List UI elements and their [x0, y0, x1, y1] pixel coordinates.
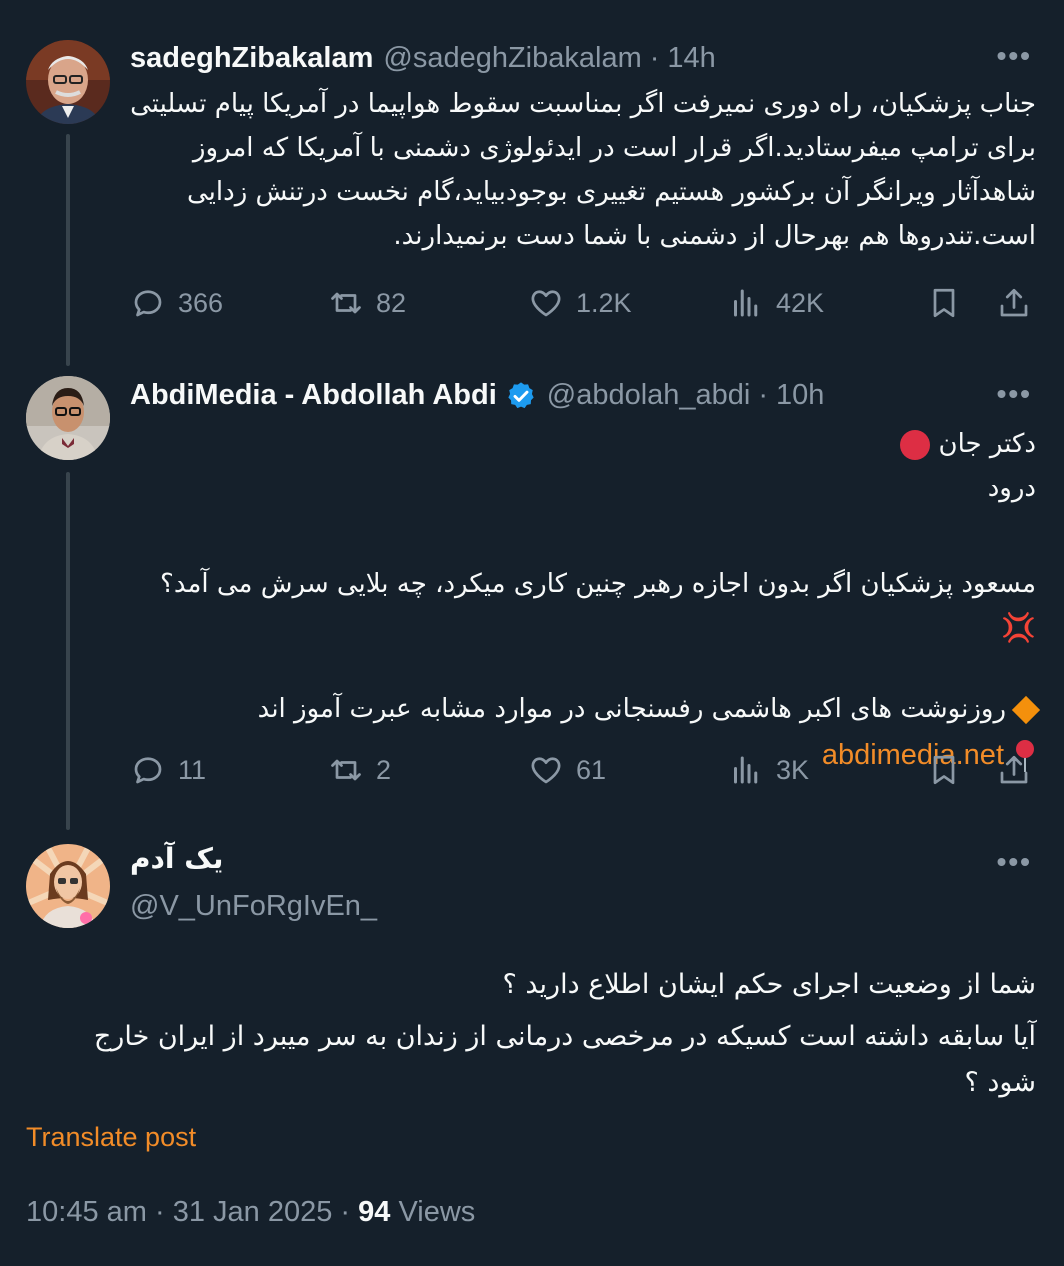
tweet-text-line: شاهدآثار ویرانگر آن برکشور هستیم تغییری …	[186, 177, 1036, 207]
tweet-text-line: برای ترامپ میفرستادید.اگر قرار است در ای…	[192, 133, 1036, 163]
reply-icon	[134, 290, 162, 317]
tweet-actions: 11 2 61 3K	[130, 752, 1034, 792]
tweet-text: دکتر جان درود مسعود پزشکیان اگر بدون اجا…	[130, 422, 1041, 777]
tweet-text-line: است.تندروها هم بهرحال از دشمنی با شما دس…	[393, 221, 1036, 251]
reply-button[interactable]: 11	[130, 752, 206, 788]
orange-diamond-icon	[1011, 695, 1041, 724]
avatar[interactable]	[26, 844, 110, 928]
tweet-text-line: روزنوشت های اکبر هاشمی رفسنجانی در موارد…	[130, 687, 1041, 731]
tweet-text-line: درود	[987, 473, 1036, 503]
more-options-icon[interactable]: •••	[997, 846, 1032, 878]
views-button[interactable]: 3K	[728, 752, 809, 788]
separator-dot: ·	[340, 1196, 359, 1228]
author-name[interactable]: sadeghZibakalam	[130, 42, 373, 75]
text-line-4: روزنوشت های اکبر هاشمی رفسنجانی در موارد…	[257, 694, 1006, 724]
like-button[interactable]: 61	[528, 752, 606, 788]
separator-dot: ·	[154, 1196, 173, 1228]
tweet-header: AbdiMedia - Abdollah Abdi @abdolah_abdi …	[130, 379, 824, 412]
reply-button[interactable]: 366	[130, 285, 223, 321]
repost-icon	[331, 759, 361, 781]
post-time[interactable]: 10h	[776, 379, 824, 412]
bookmark-icon	[933, 288, 955, 318]
reply-count: 366	[178, 287, 224, 318]
heart-icon	[531, 757, 561, 784]
verified-badge-icon	[508, 381, 534, 408]
post-text-line: آیا سابقه داشته است کسیکه در مرخصی درمان…	[93, 1021, 1036, 1052]
avatar[interactable]	[26, 376, 110, 460]
share-button[interactable]	[996, 752, 1032, 788]
bookmark-icon	[933, 755, 955, 785]
anger-symbol-icon: 💢	[1001, 611, 1036, 644]
views-label: Views	[398, 1196, 476, 1228]
post-text-line: شود ؟	[964, 1067, 1036, 1098]
bookmark-button[interactable]	[926, 752, 962, 788]
separator-dot: ·	[758, 379, 769, 411]
views-count: 3K	[776, 754, 810, 785]
red-circle-icon	[900, 429, 931, 460]
analytics-icon	[734, 289, 758, 317]
share-button[interactable]	[996, 285, 1032, 321]
views-count: 94	[358, 1196, 391, 1228]
views-button[interactable]: 42K	[728, 285, 824, 321]
post-time[interactable]: 10:45 am	[26, 1196, 147, 1228]
like-count: 1.2K	[576, 287, 632, 318]
repost-count: 2	[376, 754, 392, 785]
thread-line-1	[66, 134, 70, 366]
like-count: 61	[576, 754, 607, 785]
bookmark-button[interactable]	[926, 285, 962, 321]
share-icon	[1000, 755, 1028, 784]
thread-line-2	[66, 472, 70, 830]
repost-button[interactable]: 82	[328, 285, 406, 321]
post-text: شما از وضعیت اجرای حکم ایشان اطلاع دارید…	[26, 962, 1036, 1106]
repost-icon	[331, 292, 361, 314]
analytics-icon	[734, 756, 758, 784]
repost-count: 82	[376, 287, 407, 318]
post-meta: 10:45 am · 31 Jan 2025 · 94 Views	[26, 1196, 475, 1229]
repost-button[interactable]: 2	[328, 752, 391, 788]
tweet-text-line: جناب پزشکیان، راه دوری نمیرفت اگر بمناسب…	[130, 89, 1036, 119]
share-icon	[1000, 288, 1028, 317]
reply-icon	[134, 757, 162, 784]
author-handle[interactable]: @abdolah_abdi	[547, 379, 751, 412]
separator-dot: ·	[649, 42, 660, 74]
post-author-name[interactable]: یک آدم	[130, 842, 223, 875]
text-line-1: دکتر جان	[938, 429, 1037, 459]
author-handle[interactable]: @sadeghZibakalam	[383, 42, 641, 75]
author-name[interactable]: AbdiMedia - Abdollah Abdi	[130, 379, 497, 412]
tweet-header: sadeghZibakalam @sadeghZibakalam · 14h	[130, 42, 716, 75]
post-time[interactable]: 14h	[667, 42, 715, 75]
more-options-icon[interactable]: •••	[997, 378, 1032, 410]
avatar[interactable]	[26, 40, 110, 124]
post-date[interactable]: 31 Jan 2025	[173, 1196, 333, 1228]
tweet-text-line: مسعود پزشکیان اگر بدون اجازه رهبر چنین ک…	[130, 562, 1036, 651]
post-author-handle[interactable]: @V_UnFoRgIvEn_	[130, 890, 377, 923]
more-options-icon[interactable]: •••	[997, 40, 1032, 72]
translate-post-link[interactable]: Translate post	[26, 1122, 196, 1153]
views-count: 42K	[776, 287, 825, 318]
tweet-text: جناب پزشکیان، راه دوری نمیرفت اگر بمناسب…	[130, 82, 1036, 258]
reply-count: 11	[178, 754, 207, 785]
text-line-3: مسعود پزشکیان اگر بدون اجازه رهبر چنین ک…	[160, 569, 1036, 599]
tweet-text-line: دکتر جان	[130, 422, 1036, 466]
tweet-actions: 366 82 1.2K 42K	[130, 285, 1034, 325]
heart-icon	[531, 290, 561, 317]
post-text-line: شما از وضعیت اجرای حکم ایشان اطلاع دارید…	[502, 969, 1036, 1000]
like-button[interactable]: 1.2K	[528, 285, 632, 321]
